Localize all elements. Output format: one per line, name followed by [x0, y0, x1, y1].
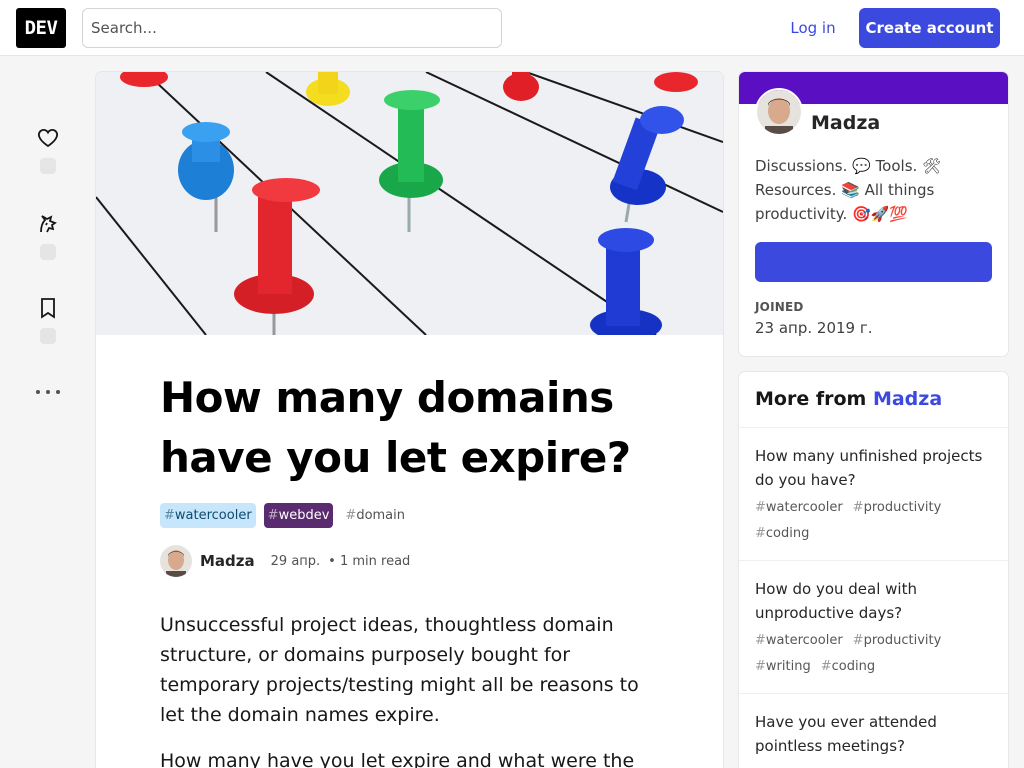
tag-watercooler[interactable]: #watercooler	[755, 631, 843, 651]
joined-label: JOINED	[755, 300, 804, 314]
author-profile-card: Madza Discussions. 💬 Tools. 🛠 Resources.…	[739, 72, 1008, 356]
cover-image	[96, 72, 723, 335]
login-button[interactable]: Log in	[776, 8, 850, 48]
tag-productivity[interactable]: #productivity	[853, 498, 942, 518]
bookmark-button[interactable]	[32, 296, 64, 344]
paragraph: How many have you let expire and what we…	[160, 750, 635, 768]
dev-logo[interactable]: DEV	[16, 8, 66, 48]
profile-avatar[interactable]	[755, 88, 803, 136]
article-title: How many domains have you let expire?	[160, 373, 631, 482]
create-account-button[interactable]: Create account	[859, 8, 1000, 48]
bookmark-icon	[41, 298, 55, 319]
heart-count	[40, 158, 56, 174]
read-time: • 1 min read	[328, 553, 411, 569]
author-name[interactable]: Madza	[200, 552, 255, 570]
list-item-title[interactable]: How do you deal with unproductive days?	[755, 577, 992, 625]
tag-watercooler[interactable]: #watercooler	[160, 503, 256, 528]
list-item[interactable]: How many unfinished projects do you have…	[739, 428, 1008, 561]
unicorn-reaction-button[interactable]	[32, 212, 64, 260]
tag-productivity[interactable]: #productivity	[853, 631, 942, 651]
article-card: How many domains have you let expire? #w…	[96, 72, 723, 768]
tag-writing[interactable]: #writing	[755, 657, 811, 677]
author-avatar[interactable]	[160, 545, 192, 577]
search-input[interactable]	[82, 8, 502, 48]
tag-coding[interactable]: #coding	[755, 524, 809, 544]
unicorn-icon	[40, 215, 57, 233]
list-item[interactable]: How do you deal with unproductive days? …	[739, 561, 1008, 694]
heart-reaction-button[interactable]	[32, 126, 64, 174]
publish-date: 29 апр.	[270, 553, 321, 569]
article-tags: #watercooler #webdev #domain	[160, 503, 409, 528]
tag-watercooler[interactable]: #watercooler	[755, 498, 843, 518]
list-item-title[interactable]: Have you ever attended pointless meeting…	[755, 710, 992, 758]
list-item[interactable]: Have you ever attended pointless meeting…	[739, 694, 1008, 768]
top-header: DEV Log in Create account	[0, 0, 1024, 56]
bookmark-count	[40, 328, 56, 344]
more-from-card: More from Madza How many unfinished proj…	[739, 372, 1008, 768]
more-from-author-link[interactable]: Madza	[873, 388, 942, 410]
profile-bio: Discussions. 💬 Tools. 🛠 Resources. 📚 All…	[755, 157, 942, 223]
unicorn-count	[40, 244, 56, 260]
profile-name[interactable]: Madza	[811, 112, 880, 134]
article-body: Unsuccessful project ideas, thoughtless …	[160, 610, 660, 768]
more-options-icon[interactable]	[36, 382, 60, 402]
heart-icon	[37, 129, 59, 148]
list-item-title[interactable]: How many unfinished projects do you have…	[755, 444, 992, 492]
tag-domain[interactable]: #domain	[341, 503, 409, 528]
joined-date: 23 апр. 2019 г.	[755, 319, 873, 337]
article-meta: Madza 29 апр. • 1 min read	[160, 545, 410, 577]
follow-button[interactable]	[755, 242, 992, 282]
tag-webdev[interactable]: #webdev	[263, 503, 334, 528]
more-from-heading: More from Madza	[739, 372, 1008, 428]
paragraph: Unsuccessful project ideas, thoughtless …	[160, 614, 639, 726]
tag-coding[interactable]: #coding	[821, 657, 875, 677]
